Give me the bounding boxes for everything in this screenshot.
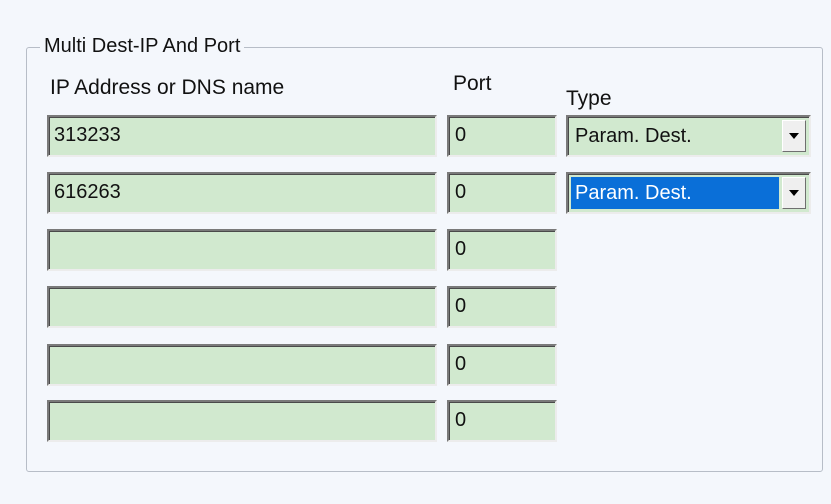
port-field-1[interactable]: 0 — [447, 115, 557, 157]
group-title: Multi Dest-IP And Port — [40, 35, 245, 57]
port-field-5[interactable]: 0 — [447, 344, 557, 386]
type-column-header: Type — [566, 87, 612, 110]
port-column-header: Port — [453, 72, 492, 95]
type-dropdown-2-value: Param. Dest. — [571, 177, 779, 209]
ip-address-field-6[interactable] — [47, 400, 437, 442]
ip-address-field-3[interactable] — [47, 229, 437, 271]
chevron-down-icon[interactable] — [782, 177, 806, 209]
port-field-3[interactable]: 0 — [447, 229, 557, 271]
chevron-down-icon[interactable] — [782, 120, 806, 152]
type-dropdown-1[interactable]: Param. Dest. — [566, 115, 811, 157]
type-dropdown-2[interactable]: Param. Dest. — [566, 172, 811, 214]
ip-address-field-4[interactable] — [47, 286, 437, 328]
ip-column-header: IP Address or DNS name — [50, 76, 285, 99]
port-field-4[interactable]: 0 — [447, 286, 557, 328]
ip-address-field-1[interactable]: 313233 — [47, 115, 437, 157]
port-field-6[interactable]: 0 — [447, 400, 557, 442]
ip-address-field-5[interactable] — [47, 344, 437, 386]
ip-address-field-2[interactable]: 616263 — [47, 172, 437, 214]
type-dropdown-1-value: Param. Dest. — [575, 125, 692, 147]
port-field-2[interactable]: 0 — [447, 172, 557, 214]
